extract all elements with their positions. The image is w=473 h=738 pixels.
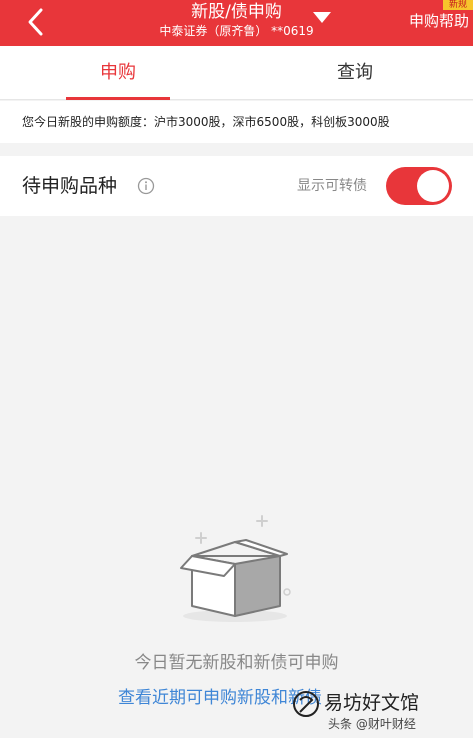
info-icon[interactable] <box>137 177 155 195</box>
tab-subscribe[interactable]: 申购 <box>66 46 170 100</box>
page-title: 新股/债申购 <box>191 2 282 22</box>
app-header: 新股/债申购 中泰证券（原齐鲁） **0619 申购帮助 新规 <box>0 0 473 46</box>
watermark-sub-text: 头条 @财叶财经 <box>328 717 416 731</box>
empty-message: 今日暂无新股和新债可申购 <box>134 653 339 673</box>
tab-query[interactable]: 查询 <box>300 46 410 100</box>
new-badge: 新规 <box>443 0 473 10</box>
tab-bar: 申购 查询 <box>0 46 473 100</box>
empty-box-icon <box>180 515 291 622</box>
watermark-logo-icon <box>293 691 319 717</box>
active-tab-indicator <box>66 97 170 100</box>
watermark-main-text: 易坊好文馆 <box>324 692 420 714</box>
help-button[interactable]: 申购帮助 <box>409 12 469 30</box>
account-subtitle[interactable]: 中泰证券（原齐鲁） **0619 <box>0 23 473 39</box>
quota-text: 您今日新股的申购额度：沪市3000股，深市6500股，科创板3000股 <box>0 101 473 143</box>
watermark: 易坊好文馆 头条 @财叶财经 <box>292 690 468 734</box>
dropdown-caret-icon[interactable] <box>313 12 331 23</box>
toggle-knob <box>417 170 449 202</box>
convertible-bond-toggle[interactable] <box>386 167 452 205</box>
pending-section-header: 待申购品种 显示可转债 <box>0 156 473 216</box>
section-title: 待申购品种 <box>22 175 118 197</box>
toggle-label: 显示可转债 <box>297 178 367 194</box>
